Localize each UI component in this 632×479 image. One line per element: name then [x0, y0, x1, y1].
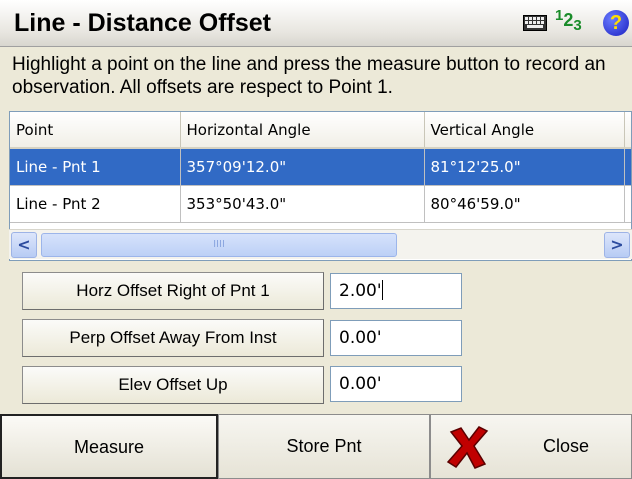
table-cell: 2 [624, 185, 631, 223]
column-header-vertical-angle[interactable]: Vertical Angle [424, 112, 625, 149]
scroll-left-arrow-icon[interactable]: < [11, 232, 37, 258]
close-button[interactable]: Close [430, 414, 632, 479]
table-cell: 81°12'25.0" [424, 148, 625, 186]
column-header-horizontal-angle[interactable]: Horizontal Angle [180, 112, 425, 149]
table-row[interactable]: Line - Pnt 1 357°09'12.0" 81°12'25.0" 2 [10, 148, 631, 186]
table-cell: Line - Pnt 1 [10, 148, 181, 186]
horz-offset-button[interactable]: Horz Offset Right of Pnt 1 [22, 272, 324, 310]
text-caret [381, 280, 383, 300]
elev-offset-button[interactable]: Elev Offset Up [22, 366, 324, 404]
table-row[interactable]: Line - Pnt 2 353°50'43.0" 80°46'59.0" 2 [10, 185, 631, 223]
close-x-icon [446, 426, 489, 469]
measure-button[interactable]: Measure [0, 414, 218, 479]
table-cell: Line - Pnt 2 [10, 185, 181, 223]
scrollbar-thumb[interactable]: IIII [41, 233, 397, 257]
close-button-label: Close [543, 436, 590, 456]
column-header-point[interactable]: Point [10, 112, 181, 149]
store-pnt-button[interactable]: Store Pnt [218, 414, 430, 479]
keyboard-icon[interactable] [523, 15, 547, 31]
table-header-row: Point Horizontal Angle Vertical Angle S [10, 112, 631, 149]
horizontal-scrollbar[interactable]: < IIII > [9, 229, 632, 259]
elev-offset-input[interactable]: 0.00' [330, 366, 462, 402]
table-cell: 2 [624, 148, 631, 186]
title-bar: Line - Distance Offset 123 ? [0, 0, 632, 47]
table-cell: 357°09'12.0" [180, 148, 425, 186]
instructions-text: Highlight a point on the line and press … [12, 54, 606, 98]
column-header-s[interactable]: S [624, 112, 631, 149]
perp-offset-button[interactable]: Perp Offset Away From Inst [22, 319, 324, 357]
perp-offset-input[interactable]: 0.00' [330, 320, 462, 356]
table-cell: 353°50'43.0" [180, 185, 425, 223]
numeric-input-icon[interactable]: 123 [555, 8, 582, 33]
horz-offset-input[interactable]: 2.00' [330, 273, 462, 309]
window-title: Line - Distance Offset [14, 9, 271, 37]
scroll-right-arrow-icon[interactable]: > [604, 232, 630, 258]
help-icon[interactable]: ? [603, 10, 629, 36]
table-cell: 80°46'59.0" [424, 185, 625, 223]
bottom-toolbar: Measure Store Pnt Close [0, 414, 632, 479]
